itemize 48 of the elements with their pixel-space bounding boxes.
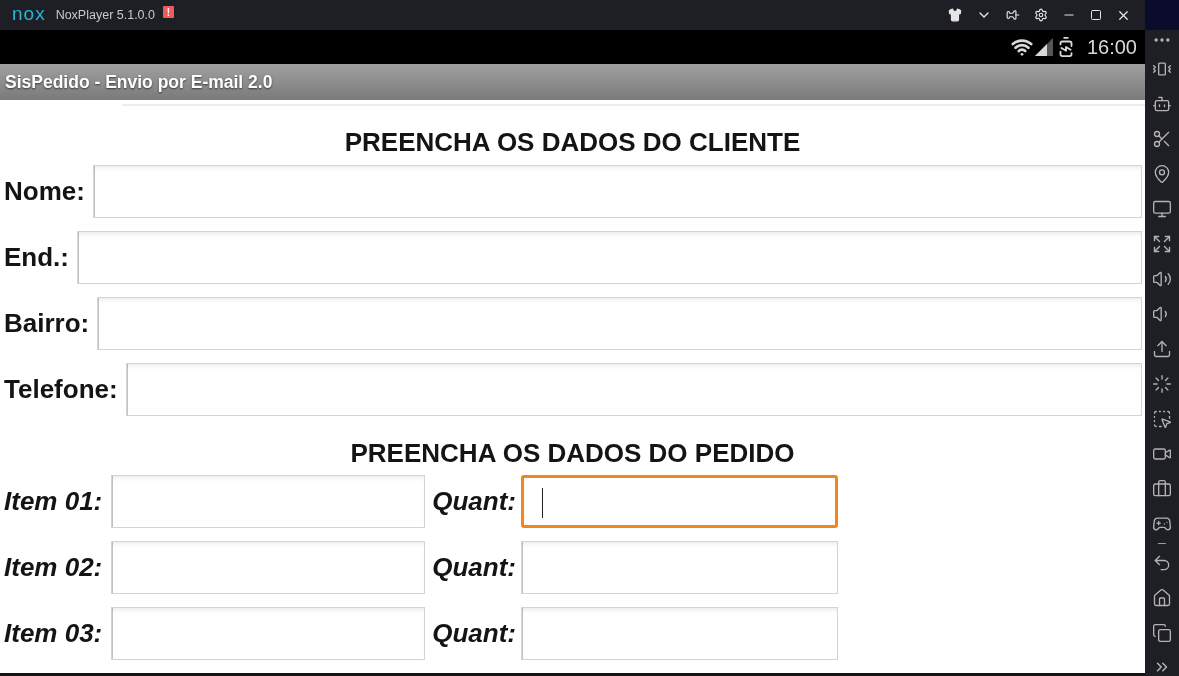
field-label: Item 01: xyxy=(3,486,103,517)
wifi-icon xyxy=(1010,36,1033,58)
briefcase-icon[interactable] xyxy=(1152,479,1172,499)
home-icon[interactable] xyxy=(1152,588,1172,608)
window-title: NoxPlayer 5.1.0.0 xyxy=(55,8,155,22)
upload-icon[interactable] xyxy=(1152,339,1172,359)
volume-up-icon[interactable] xyxy=(1152,269,1172,289)
fullscreen-icon[interactable] xyxy=(1152,234,1172,254)
field-label: Nome: xyxy=(3,176,85,207)
input-field[interactable] xyxy=(111,607,426,660)
field-label: Telefone: xyxy=(3,374,118,405)
recent-apps-icon[interactable] xyxy=(1152,623,1172,643)
mouse-select-icon[interactable] xyxy=(1152,409,1172,429)
section-heading: PREENCHA OS DADOS DO CLIENTE xyxy=(344,127,801,157)
alert-badge[interactable]: ! xyxy=(163,6,174,18)
field-label: Quant: xyxy=(432,618,517,649)
field-label: Item 03: xyxy=(3,618,103,649)
input-field[interactable] xyxy=(521,541,839,594)
settings-icon[interactable] xyxy=(1034,8,1048,22)
maximize-icon[interactable] xyxy=(1090,9,1102,21)
clock-time: 16:00 xyxy=(1086,35,1137,59)
back-icon[interactable] xyxy=(1152,553,1172,573)
input-field[interactable] xyxy=(77,231,1142,284)
input-field[interactable] xyxy=(97,297,1142,350)
app-logo: nox xyxy=(12,3,46,24)
app-title: SisPedido - Envio por E-mail 2.0 xyxy=(5,71,273,93)
sidebar-top-bar xyxy=(1145,0,1179,30)
field-label: Quant: xyxy=(432,552,517,583)
input-field[interactable] xyxy=(125,363,1142,416)
input-field[interactable] xyxy=(111,475,426,528)
input-field[interactable] xyxy=(111,541,426,594)
monitor-icon[interactable] xyxy=(1152,199,1172,219)
location-pin-icon[interactable] xyxy=(1152,164,1172,184)
loader-icon[interactable] xyxy=(1152,374,1172,394)
robot-icon[interactable] xyxy=(1152,94,1172,114)
section-heading: PREENCHA OS DADOS DO PEDIDO xyxy=(350,438,795,468)
field-label: Item 02: xyxy=(3,552,103,583)
input-field[interactable] xyxy=(521,475,839,528)
cell-signal-icon xyxy=(1034,38,1053,56)
input-field[interactable] xyxy=(92,165,1142,218)
input-field[interactable] xyxy=(521,607,839,660)
field-label: End.: xyxy=(3,242,69,273)
shirt-icon[interactable] xyxy=(948,8,962,22)
field-label: Bairro: xyxy=(3,308,90,339)
field-label: Quant: xyxy=(432,486,517,517)
text-cursor-icon xyxy=(542,488,544,518)
pin-icon[interactable] xyxy=(1006,8,1020,22)
scissors-icon[interactable] xyxy=(1152,129,1172,149)
